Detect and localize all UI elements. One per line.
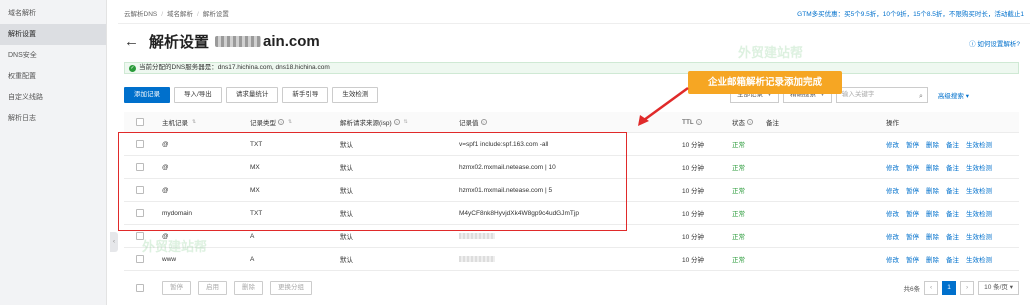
batch-enable-button[interactable]: 启用: [198, 281, 227, 295]
batch-delete-button[interactable]: 删除: [234, 281, 263, 295]
watermark-text: 外贸建站帮: [142, 239, 208, 254]
watermark-text: 外贸建站帮: [738, 45, 804, 60]
chevron-down-icon: ▾: [1009, 284, 1013, 291]
sidebar-item-custom-line[interactable]: 自定义线路: [0, 87, 106, 108]
sidebar: 域名解析 解析设置 DNS安全 权重配置 自定义线路 解析日志: [0, 0, 107, 305]
pagination: 共6条 ‹ 1 › 10 条/页 ▾: [903, 281, 1019, 295]
sidebar-item-resolution-log[interactable]: 解析日志: [0, 108, 106, 129]
page-size-label: 10 条/页: [984, 284, 1008, 291]
footer-select-checkbox[interactable]: [136, 284, 144, 292]
change-group-button[interactable]: 更换分组: [270, 281, 312, 295]
page-size-select[interactable]: 10 条/页 ▾: [978, 281, 1019, 295]
batch-pause-button[interactable]: 暂停: [162, 281, 191, 295]
sidebar-collapse-handle[interactable]: ‹: [110, 232, 118, 252]
main-content: 云解析DNS / 域名解析 / 解析设置 GTM多买优惠：买5个9.5折，10个9折，1…: [118, 0, 1030, 305]
sidebar-item-resolution-settings[interactable]: 解析设置: [0, 24, 106, 45]
total-count: 共6条: [903, 286, 921, 293]
sidebar-item-dns-security[interactable]: DNS安全: [0, 45, 106, 66]
table-footer: 暂停 启用 删除 更换分组 共6条 ‹ 1 › 10 条/页 ▾: [124, 281, 1019, 299]
next-page-button[interactable]: ›: [960, 281, 975, 295]
sidebar-item-weight-config[interactable]: 权重配置: [0, 66, 106, 87]
prev-page-button[interactable]: ‹: [924, 281, 939, 295]
sidebar-item-domain-resolution[interactable]: 域名解析: [0, 3, 106, 24]
callout-arrow-icon: [638, 86, 689, 126]
page-number-button[interactable]: 1: [942, 281, 957, 295]
